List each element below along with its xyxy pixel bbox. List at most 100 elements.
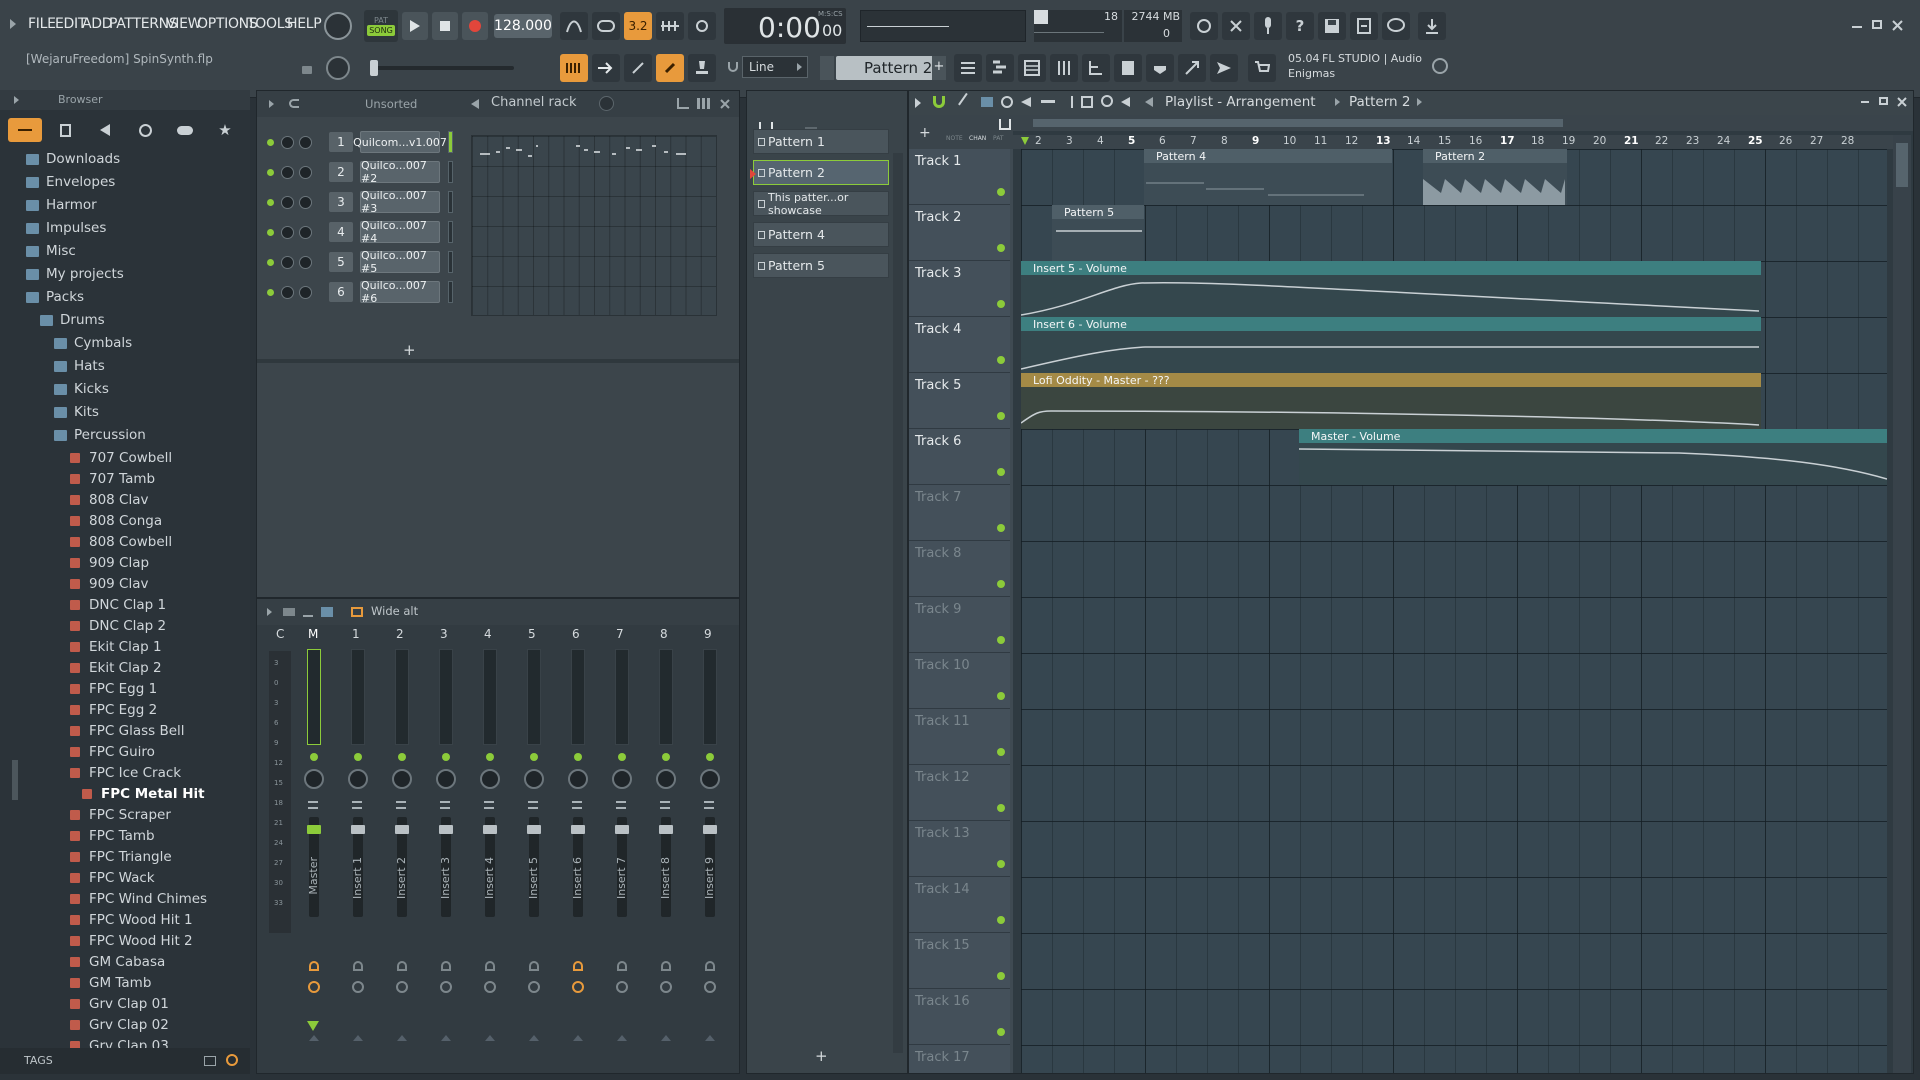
strip-name-label[interactable]: Insert 7 (615, 857, 628, 899)
fader-handle[interactable] (395, 825, 409, 834)
channel-select-indicator[interactable] (448, 161, 453, 183)
record-arm-icon[interactable] (397, 961, 407, 971)
mixer-strip-number[interactable]: 9 (704, 627, 712, 641)
channel-row[interactable]: 3 Quilco...007 #3 (267, 189, 453, 215)
route-arrow-icon[interactable] (353, 1035, 363, 1041)
mixer-strip-number[interactable]: 6 (572, 627, 580, 641)
browser-file[interactable]: FPC Wind Chimes (0, 888, 250, 910)
ruler-bar-number[interactable]: 26 (1779, 135, 1792, 147)
rack-menu-arrow-icon[interactable] (269, 100, 274, 108)
browser-folder[interactable]: Kits (0, 401, 250, 423)
strip-name-label[interactable]: Insert 2 (395, 857, 408, 899)
slip-tool-icon[interactable] (1041, 100, 1055, 103)
browser-file[interactable]: FPC Egg 1 (0, 678, 250, 700)
zoom-tool-icon[interactable] (1101, 95, 1113, 107)
strip-enable-led[interactable] (310, 753, 318, 761)
track-enable-led[interactable] (997, 524, 1005, 532)
menu-file[interactable]: FILE (28, 16, 56, 32)
ruler-bar-number[interactable]: 9 (1252, 135, 1259, 147)
ruler-bar-number[interactable]: 4 (1097, 135, 1104, 147)
ruler-bar-number[interactable]: 15 (1438, 135, 1451, 147)
mixer-strip[interactable]: Insert 2 (387, 645, 417, 1055)
channel-mute-led[interactable] (267, 258, 274, 266)
stereo-separation-icon[interactable] (572, 801, 582, 809)
snap-select[interactable]: Line (742, 56, 808, 78)
minimize-button[interactable] (1852, 16, 1862, 28)
strip-enable-led[interactable] (662, 753, 670, 761)
playlist-close-icon[interactable] (1897, 97, 1907, 107)
track-enable-led[interactable] (997, 636, 1005, 644)
playlist-vertical-scrollbar[interactable] (1893, 135, 1911, 1073)
wait-input-button[interactable] (592, 12, 620, 40)
route-arrow-icon[interactable] (485, 1035, 495, 1041)
send-down-icon[interactable] (307, 1021, 319, 1031)
ruler-bar-number[interactable]: 25 (1748, 135, 1763, 147)
browser-folder[interactable]: Misc (0, 240, 250, 262)
browser-file[interactable]: FPC Ice Crack (0, 762, 250, 784)
browser-file[interactable]: Ekit Clap 1 (0, 636, 250, 658)
channel-row[interactable]: 4 Quilco...007 #4 (267, 219, 453, 245)
stereo-separation-icon[interactable] (660, 801, 670, 809)
ruler-bar-number[interactable]: 21 (1624, 135, 1639, 147)
fx-enable-icon[interactable] (704, 981, 716, 993)
browser-file[interactable]: 909 Clap (0, 552, 250, 574)
fx-enable-icon[interactable] (484, 981, 496, 993)
magnet-icon[interactable] (728, 62, 738, 72)
strip-enable-led[interactable] (618, 753, 626, 761)
browser-file[interactable]: FPC Tamb (0, 825, 250, 847)
track-header[interactable]: Track 11 (909, 709, 1010, 765)
ruler-bar-number[interactable]: 24 (1717, 135, 1730, 147)
track-header[interactable]: Track 2 (909, 205, 1010, 261)
ruler-bar-number[interactable]: 5 (1128, 135, 1135, 147)
fader-handle[interactable] (351, 825, 365, 834)
save-button[interactable] (1318, 12, 1346, 40)
pan-knob[interactable] (392, 769, 412, 789)
strip-enable-led[interactable] (706, 753, 714, 761)
metronome-button[interactable] (560, 12, 588, 40)
tags-folder-icon[interactable] (204, 1056, 216, 1066)
browser-file[interactable]: FPC Glass Bell (0, 720, 250, 742)
ruler-bar-number[interactable]: 7 (1190, 135, 1197, 147)
browser-folder[interactable]: Drums (0, 309, 250, 331)
track-header[interactable]: Track 17 (909, 1045, 1010, 1073)
stereo-separation-icon[interactable] (440, 801, 450, 809)
strip-enable-led[interactable] (530, 753, 538, 761)
track-header[interactable]: Track 14 (909, 877, 1010, 933)
record-arm-icon[interactable] (617, 961, 627, 971)
browser-file[interactable]: 707 Tamb (0, 468, 250, 490)
mixer-strip-number[interactable]: 1 (352, 627, 360, 641)
stamp-tool-button[interactable] (688, 54, 716, 82)
channel-select-indicator[interactable] (448, 281, 453, 303)
route-arrow-icon[interactable] (573, 1035, 583, 1041)
stereo-separation-icon[interactable] (528, 801, 538, 809)
channel-mute-led[interactable] (267, 168, 274, 176)
slice-tool-icon[interactable] (1061, 96, 1073, 108)
fader-handle[interactable] (571, 825, 585, 834)
stereo-separation-icon[interactable] (484, 801, 494, 809)
channel-volume-knob[interactable] (299, 285, 312, 299)
clip-pattern-4[interactable]: Pattern 4 (1144, 149, 1392, 205)
graph-editor-icon[interactable] (677, 98, 689, 109)
mixer-strip[interactable]: Insert 6 (563, 645, 593, 1055)
channel-mute-led[interactable] (267, 138, 274, 146)
track-enable-led[interactable] (997, 748, 1005, 756)
strip-enable-led[interactable] (442, 753, 450, 761)
channel-mixer-track[interactable]: 2 (329, 162, 353, 182)
browser-folder[interactable]: Hats (0, 355, 250, 377)
picker-scrollbar[interactable] (893, 153, 903, 1053)
channel-name-button[interactable]: Quilcom...v1.007 (353, 131, 447, 153)
channel-name-button[interactable]: Quilco...007 #6 (360, 279, 440, 305)
channel-name-button[interactable]: Quilco...007 #3 (360, 189, 440, 215)
browser-file[interactable]: FPC Wack (0, 867, 250, 889)
channel-pan-knob[interactable] (281, 225, 294, 239)
tutorial-button[interactable] (1210, 54, 1238, 82)
picker-add-button[interactable]: + (815, 1047, 828, 1065)
ruler-bar-number[interactable]: 6 (1159, 135, 1166, 147)
mixer-strip[interactable]: Insert 8 (651, 645, 681, 1055)
add-pattern-button[interactable]: + (932, 56, 946, 80)
browser-tab-all[interactable] (8, 118, 42, 142)
mixer-strip[interactable]: Insert 1 (343, 645, 373, 1055)
strip-name-label[interactable]: Insert 6 (571, 857, 584, 899)
mixer-view-icon[interactable] (283, 608, 295, 616)
route-arrow-icon[interactable] (309, 1035, 319, 1041)
